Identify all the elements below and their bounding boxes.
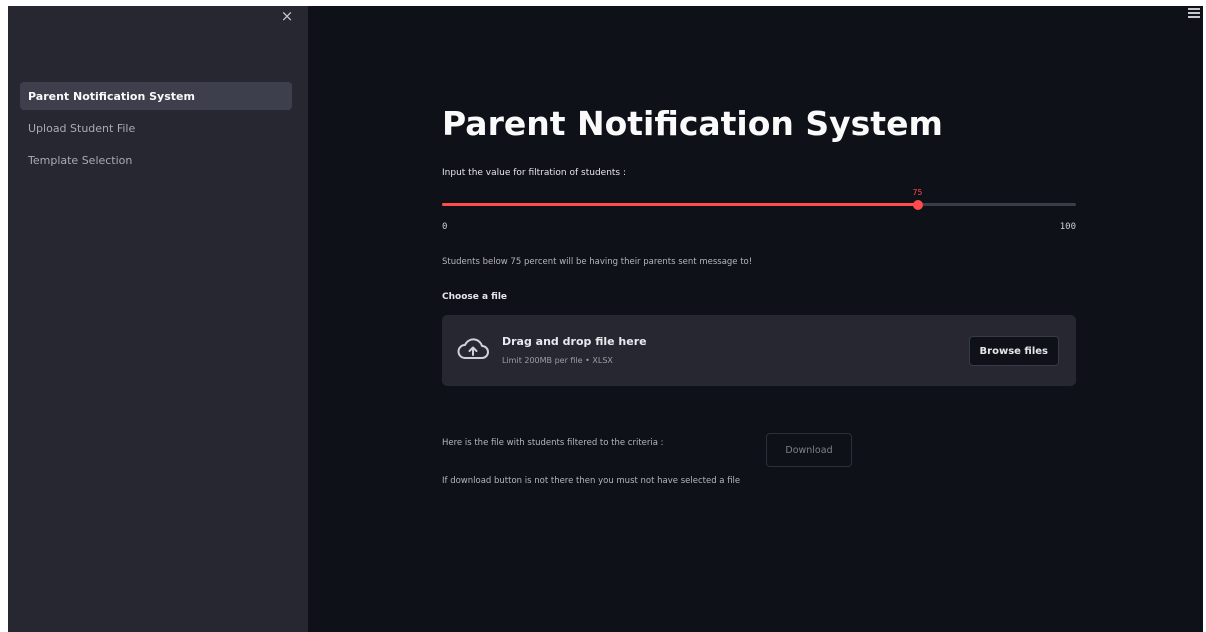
app-window: × Parent Notification System Upload Stud… <box>8 6 1203 632</box>
slider-value-label: 75 <box>912 188 923 197</box>
slider-max-label: 100 <box>1059 222 1076 232</box>
browse-files-button[interactable]: Browse files <box>968 336 1059 366</box>
filtered-file-text: Here is the file with students filtered … <box>442 438 664 448</box>
file-dropzone[interactable]: Drag and drop file here Limit 200MB per … <box>442 315 1076 386</box>
main-content: Parent Notification System Input the val… <box>308 6 1203 632</box>
dropzone-limit-text: Limit 200MB per file • XLSX <box>502 356 613 365</box>
info-text: Students below 75 percent will be having… <box>442 257 753 267</box>
slider-min-label: 0 <box>442 222 448 232</box>
hamburger-menu-icon[interactable] <box>1188 8 1200 18</box>
sidebar-item-template-selection[interactable]: Template Selection <box>20 146 292 174</box>
dropzone-title: Drag and drop file here <box>502 335 647 348</box>
page-title: Parent Notification System <box>442 104 943 143</box>
download-note-text: If download button is not there then you… <box>442 476 741 486</box>
sidebar-nav: Parent Notification System Upload Studen… <box>20 82 292 178</box>
sidebar-item-parent-notification-system[interactable]: Parent Notification System <box>20 82 292 110</box>
slider-thumb[interactable] <box>912 200 923 210</box>
slider-label: Input the value for filtration of studen… <box>442 168 627 178</box>
download-button[interactable]: Download <box>766 433 852 467</box>
sidebar: × Parent Notification System Upload Stud… <box>8 6 308 632</box>
file-uploader-label: Choose a file <box>442 292 508 302</box>
filtration-slider[interactable]: 75 <box>442 188 1076 216</box>
slider-track[interactable] <box>442 203 1076 206</box>
sidebar-item-upload-student-file[interactable]: Upload Student File <box>20 114 292 142</box>
slider-track-fill <box>442 203 918 206</box>
close-sidebar-icon[interactable]: × <box>279 8 295 24</box>
cloud-upload-icon <box>457 338 489 359</box>
